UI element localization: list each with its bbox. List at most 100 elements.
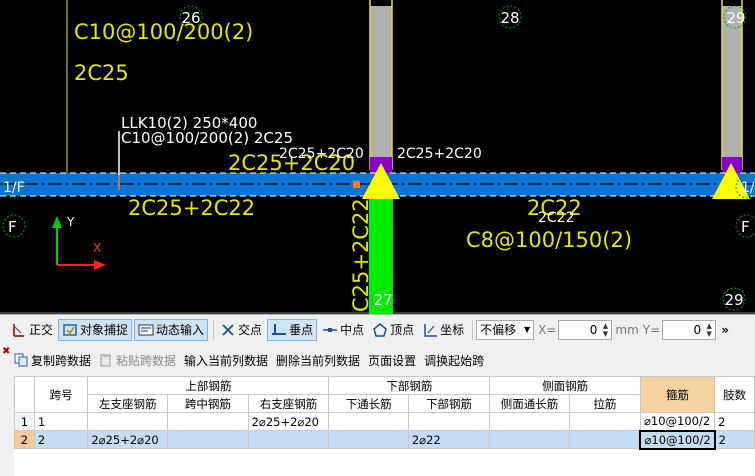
ucs-icon: Y X (52, 215, 106, 270)
header-tie[interactable]: 拉筋 (568, 394, 641, 413)
cell-bottom-through[interactable] (328, 412, 409, 431)
copy-icon (14, 353, 28, 367)
cell-span[interactable]: 1 (33, 412, 89, 431)
annotation-bottom-left: 2C25+2C22 (128, 196, 255, 220)
grid-number-29-bottom: 29 (724, 291, 743, 309)
swap-start-span-button[interactable]: 调换起始跨 (424, 352, 484, 369)
cell-tie[interactable] (568, 430, 641, 449)
x-label: X= (538, 322, 557, 337)
y-coordinate-input[interactable]: 0 ▲ ▼ (662, 319, 717, 340)
paste-span-button[interactable]: 粘贴跨数据 (99, 352, 176, 369)
ortho-button[interactable]: 正交 (8, 319, 56, 341)
dynamic-input-button[interactable]: 动态输入 (134, 318, 209, 341)
annotation-top-bars-big: 2C25 (74, 61, 129, 85)
grid-number-29-top: 29 (726, 9, 745, 27)
header-side-rebar: 侧面钢筋 (489, 376, 641, 395)
coordinate-snap-button[interactable]: 坐标 (419, 319, 467, 341)
header-side-through[interactable]: 侧面通长筋 (489, 394, 570, 413)
annotation-small-left: 2C25+2C20 (279, 146, 364, 162)
cell-side-through[interactable] (489, 412, 570, 431)
vertex-icon (373, 322, 387, 337)
midpoint-icon (323, 327, 338, 332)
cell-legs[interactable]: 2 (714, 430, 755, 449)
perpendicular-snap-button[interactable]: 垂点 (267, 318, 318, 341)
offset-mode-select[interactable]: 不偏移 ▼ (476, 319, 535, 340)
span-data-grid[interactable]: 跨号 上部钢筋 下部钢筋 侧面钢筋 箍筋 肢数 左支座钢筋 跨中钢筋 右支座钢筋… (14, 376, 755, 476)
axis-label-f-right: F (741, 218, 750, 236)
cell-right-support[interactable] (247, 430, 330, 449)
column-right (722, 6, 742, 166)
chevron-down-icon: ▼ (523, 325, 531, 334)
unit-label: mm (615, 322, 639, 337)
x-spinner[interactable]: ▲ ▼ (600, 322, 610, 338)
cell-stirrup-active[interactable]: ⌀10@100/2 (639, 429, 716, 450)
copy-span-button[interactable]: 复制跨数据 (14, 352, 91, 369)
svg-text:Y: Y (66, 215, 75, 229)
header-left-support[interactable]: 左支座钢筋 (87, 394, 169, 413)
y-spinner[interactable]: ▲ ▼ (704, 322, 714, 338)
header-stirrup[interactable]: 箍筋 (639, 376, 716, 413)
table-row-selected[interactable]: 2 2 2⌀25+2⌀20 2⌀22 ⌀10@100/2 2 (14, 429, 755, 450)
cell-mid-span[interactable] (167, 430, 249, 449)
input-column-button[interactable]: 输入当前列数据 (184, 352, 268, 369)
object-snap-icon (63, 323, 77, 336)
table-row[interactable]: 1 1 2⌀25+2⌀20 ⌀10@100/2 2 (14, 412, 755, 431)
cell-stirrup[interactable]: ⌀10@100/2 (639, 412, 716, 431)
header-legs[interactable]: 肢数 (714, 376, 755, 413)
delete-column-button[interactable]: 删除当前列数据 (276, 352, 360, 369)
cell-left-support[interactable] (87, 412, 169, 431)
intersection-snap-button[interactable]: 交点 (217, 319, 265, 341)
close-icon[interactable]: ✖ (2, 347, 12, 357)
header-mid-span[interactable]: 跨中钢筋 (167, 394, 249, 413)
header-span-no[interactable]: 跨号 (33, 376, 89, 413)
header-top-rebar: 上部钢筋 (87, 376, 330, 395)
coordinate-icon (424, 323, 438, 337)
cell-legs[interactable]: 2 (714, 412, 755, 431)
cell-bottom-bars[interactable]: 2⌀22 (407, 430, 491, 449)
row-number[interactable]: 2 (14, 430, 35, 449)
row-number[interactable]: 1 (14, 412, 35, 431)
cell-side-through[interactable] (489, 430, 570, 449)
row-header-corner (14, 376, 35, 413)
axis-label-right-1: 1/ (741, 180, 755, 196)
header-bottom-bars[interactable]: 下部钢筋 (407, 394, 491, 413)
ortho-icon (13, 323, 24, 337)
snap-toolbar: 正交 对象捕捉 动态输入 交点 垂点 中点 顶点 坐标 不偏移 ▼ X= 0 ▲… (0, 314, 755, 344)
beam-grip[interactable] (353, 181, 360, 188)
paste-icon (100, 354, 111, 367)
axis-label-f-left: F (8, 218, 17, 236)
beam-title-line2: C10@100/200(2) 2C25 (121, 129, 293, 147)
cell-right-support[interactable]: 2⌀25+2⌀20 (247, 412, 330, 431)
vertex-snap-button[interactable]: 顶点 (369, 319, 417, 341)
header-bottom-through[interactable]: 下通长筋 (328, 394, 409, 413)
annotation-small-right: 2C25+2C20 (397, 146, 482, 162)
column-middle (370, 6, 392, 166)
axis-label-1f: 1/F (3, 180, 25, 196)
x-coordinate-input[interactable]: 0 ▲ ▼ (558, 319, 613, 340)
page-setup-button[interactable]: 页面设置 (368, 352, 416, 369)
cad-drawing-canvas[interactable]: 26 28 29 27 29 1/F 1/ F F C10@100/200(2)… (0, 0, 755, 314)
grid-number-28: 28 (500, 9, 519, 27)
span-data-panel: ✖ 复制跨数据 粘贴跨数据 输入当前列数据 删除当前列数据 页面设置 调换起始跨 (0, 344, 755, 476)
header-bottom-rebar: 下部钢筋 (328, 376, 491, 395)
midpoint-snap-button[interactable]: 中点 (319, 319, 367, 341)
panel-toolbar: 复制跨数据 粘贴跨数据 输入当前列数据 删除当前列数据 页面设置 调换起始跨 (14, 350, 492, 370)
annotation-stirrup-right: C8@100/150(2) (466, 228, 632, 252)
annotation-stirrup-big: C10@100/200(2) (74, 20, 253, 44)
cell-bottom-bars[interactable] (407, 412, 491, 431)
intersection-icon (222, 323, 234, 336)
cell-left-support[interactable]: 2⌀25+2⌀20 (87, 430, 169, 449)
annotation-small-bottom: 2C22 (538, 210, 575, 226)
cell-mid-span[interactable] (167, 412, 249, 431)
header-right-support[interactable]: 右支座钢筋 (247, 394, 330, 413)
annotation-column-vertical: C25+2C22 (349, 198, 373, 312)
y-label: Y= (642, 322, 661, 337)
object-snap-button[interactable]: 对象捕捉 (58, 318, 133, 341)
grid-number-27: 27 (373, 291, 392, 309)
cell-tie[interactable] (568, 412, 641, 431)
cell-bottom-through[interactable] (328, 430, 409, 449)
toolbar-overflow-button[interactable]: » (721, 323, 729, 337)
cell-span[interactable]: 2 (33, 430, 89, 449)
svg-text:X: X (93, 241, 101, 255)
perpendicular-icon (272, 323, 287, 335)
